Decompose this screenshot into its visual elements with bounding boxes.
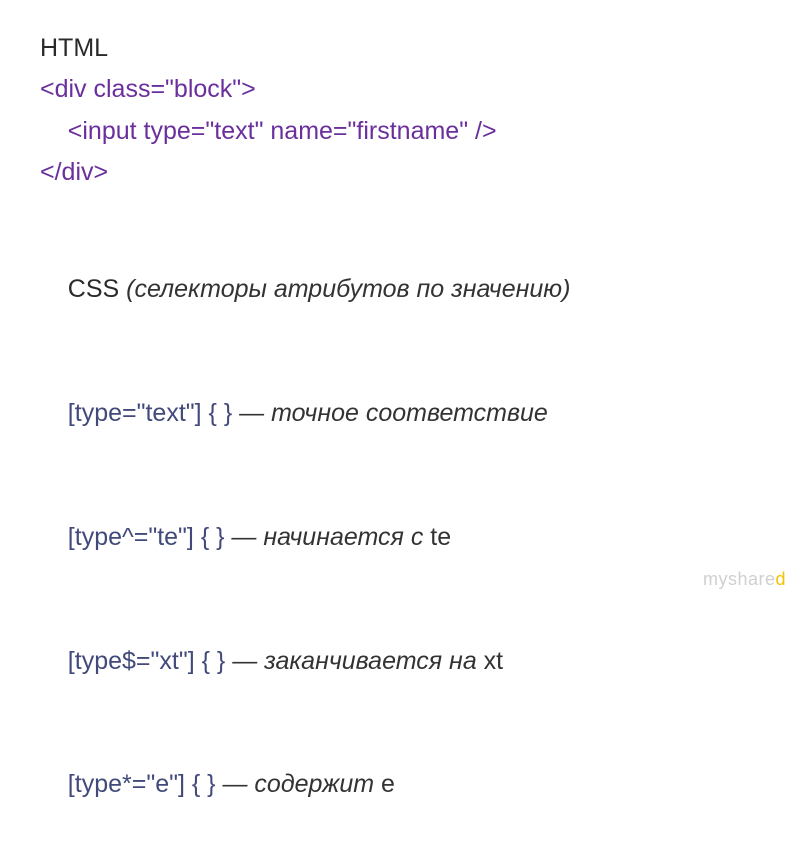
selector-contains-desc-a: — содержит [222, 770, 381, 798]
watermark-text-left: myshare [703, 569, 776, 589]
selector-starts-desc-b: te [430, 523, 451, 551]
css-heading-prefix: CSS [68, 275, 126, 303]
css-heading-italic: (селекторы атрибутов по значению) [126, 275, 570, 303]
css-heading: CSS (селекторы атрибутов по значению) [40, 228, 760, 352]
code-line-div-close: </div> [40, 152, 760, 193]
selector-contains: [type*="e"] { } — содержит e [40, 723, 760, 847]
selector-exact-code: [type="text"] { } [68, 399, 239, 427]
selector-ends: [type$="xt"] { } — заканчивается на xt [40, 599, 760, 723]
selector-ends-desc-b: xt [484, 647, 503, 675]
blank-line [40, 193, 760, 228]
selector-exact: [type="text"] { } — точное соответствие [40, 352, 760, 476]
watermark-text-right: d [775, 569, 786, 589]
selector-exact-desc: — точное соответствие [239, 399, 548, 427]
selector-starts-code: [type^="te"] { } [68, 523, 232, 551]
selector-ends-desc-a: — заканчивается на [232, 647, 483, 675]
selector-contains-code: [type*="e"] { } [68, 770, 223, 798]
selector-starts-desc-a: — начинается с [231, 523, 430, 551]
selector-ends-code: [type$="xt"] { } [68, 647, 232, 675]
slide-content: HTML <div class="block"> <input type="te… [0, 0, 800, 847]
selector-contains-desc-b: e [381, 770, 395, 798]
selector-starts: [type^="te"] { } — начинается с te [40, 476, 760, 600]
watermark: myshared [703, 569, 786, 590]
code-line-input: <input type="text" name="firstname" /> [40, 111, 760, 152]
html-heading: HTML [40, 28, 760, 69]
code-line-div-open: <div class="block"> [40, 69, 760, 110]
